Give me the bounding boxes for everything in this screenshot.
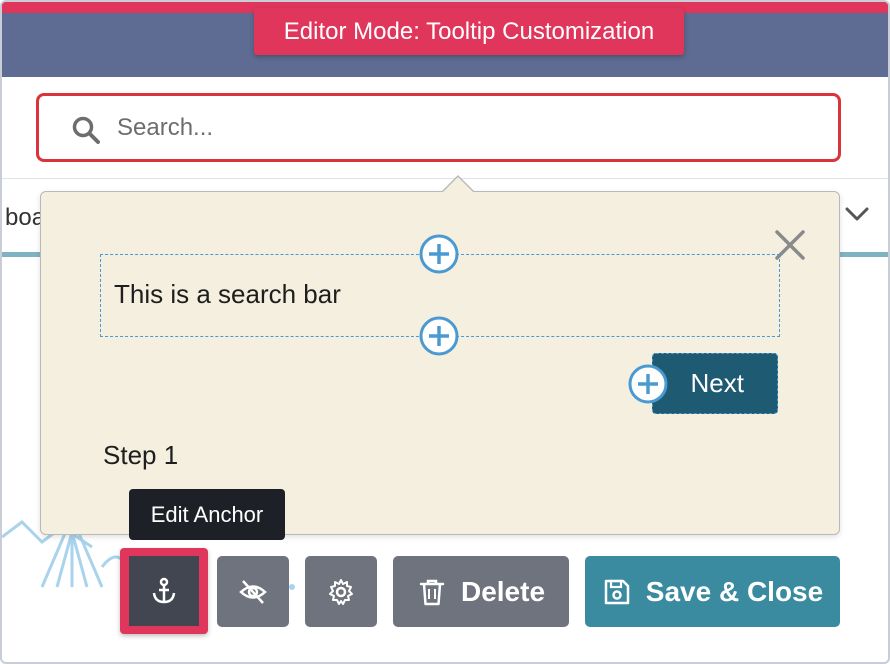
hide-button[interactable] <box>217 556 289 627</box>
search-bar[interactable] <box>36 93 841 162</box>
trash-icon <box>419 579 445 605</box>
plus-circle-icon[interactable] <box>419 316 459 356</box>
search-input[interactable] <box>117 106 817 150</box>
tooltip-arrow <box>441 175 475 193</box>
next-button[interactable]: Next <box>652 353 778 414</box>
delete-button-label: Delete <box>460 575 546 607</box>
save-icon <box>604 579 630 604</box>
edit-anchor-button[interactable] <box>120 548 208 634</box>
edit-anchor-tooltip: Edit Anchor <box>129 489 285 540</box>
step-label: Step 1 <box>103 440 179 470</box>
editor-frame: Editor Mode: Tooltip Customization boa <box>0 0 890 664</box>
eye-slash-icon <box>239 579 267 604</box>
settings-button[interactable] <box>305 556 377 627</box>
anchor-icon <box>152 577 176 604</box>
gear-icon <box>329 578 353 605</box>
save-and-close-label: Save & Close <box>645 575 824 607</box>
plus-circle-icon[interactable] <box>628 364 668 404</box>
save-and-close-button[interactable]: Save & Close <box>585 556 840 627</box>
editor-mode-badge: Editor Mode: Tooltip Customization <box>254 8 684 55</box>
tooltip-text[interactable]: This is a search bar <box>114 279 341 310</box>
delete-button[interactable]: Delete <box>393 556 569 627</box>
search-icon <box>72 116 100 144</box>
chevron-down-icon[interactable] <box>842 199 872 229</box>
edit-anchor-button-inner <box>129 556 199 626</box>
tooltip-card: This is a search bar Next Step 1 <box>40 175 840 535</box>
plus-circle-icon[interactable] <box>419 234 459 274</box>
